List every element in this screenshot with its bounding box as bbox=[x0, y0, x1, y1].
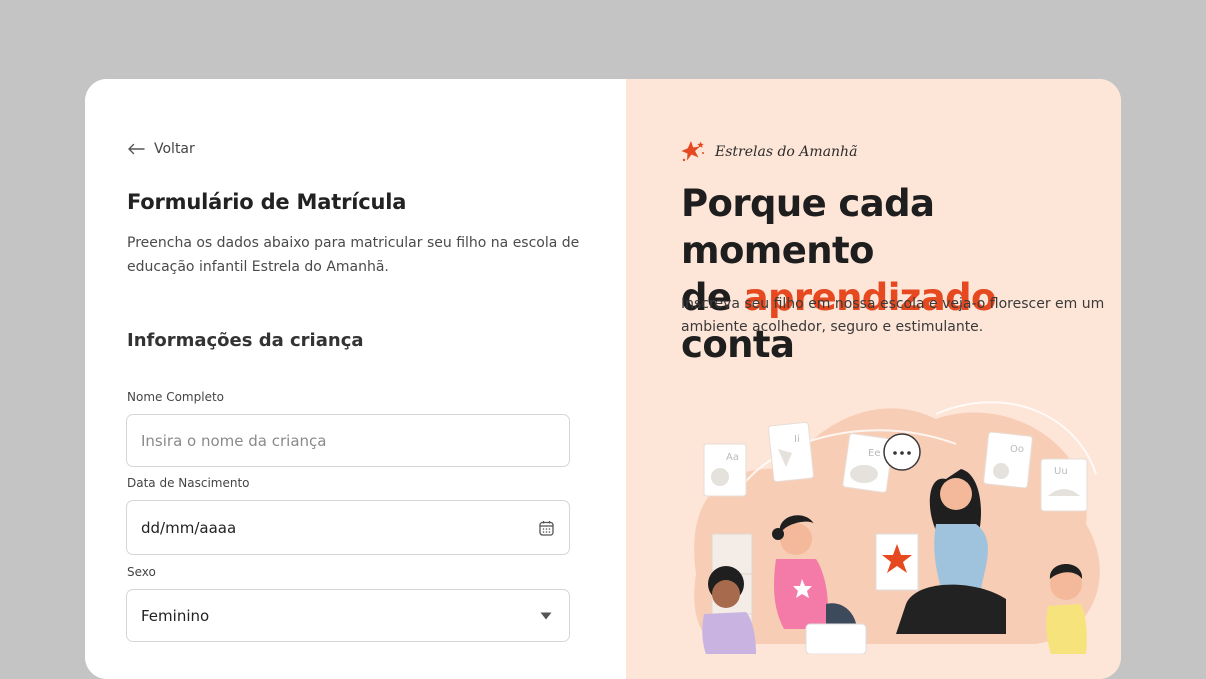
back-button[interactable]: Voltar bbox=[127, 141, 195, 157]
sex-selected-value: Feminino bbox=[141, 606, 210, 625]
letter-card-ee: Ee bbox=[842, 433, 894, 493]
svg-text:Uu: Uu bbox=[1054, 466, 1068, 477]
sex-label: Sexo bbox=[127, 565, 156, 579]
page-title: Formulário de Matrícula bbox=[127, 190, 407, 214]
svg-text:Ii: Ii bbox=[794, 434, 800, 445]
name-field[interactable] bbox=[126, 414, 570, 467]
hero-title: Porque cada momento de aprendizado conta bbox=[681, 180, 1121, 368]
name-input[interactable] bbox=[141, 431, 555, 450]
letter-card-oo: Oo bbox=[983, 431, 1033, 489]
page-description: Preencha os dados abaixo para matricular… bbox=[127, 235, 580, 275]
letter-card-ii: Ii bbox=[767, 421, 815, 483]
back-label: Voltar bbox=[154, 141, 195, 157]
letter-card-uu: Uu bbox=[1040, 458, 1088, 512]
section-title-child-info: Informações da criança bbox=[127, 330, 364, 351]
classroom-illustration: Aa Ii Ee Oo Uu bbox=[694, 401, 1100, 654]
caret-down-icon bbox=[537, 607, 555, 625]
calendar-icon[interactable] bbox=[537, 519, 555, 537]
name-label: Nome Completo bbox=[127, 390, 224, 404]
star-burst-icon bbox=[681, 141, 704, 162]
arrow-left-icon bbox=[128, 143, 145, 155]
birthdate-field[interactable]: dd/mm/aaaa bbox=[126, 500, 570, 555]
hero-subtitle: Inscreva seu filho em nossa escola e vej… bbox=[681, 296, 1105, 335]
hero-panel: Estrelas do Amanhã Porque cada momento d… bbox=[626, 79, 1121, 679]
svg-text:Aa: Aa bbox=[726, 452, 739, 463]
birthdate-value: dd/mm/aaaa bbox=[141, 518, 237, 537]
brand-name: Estrelas do Amanhã bbox=[715, 144, 858, 160]
sex-select[interactable]: Feminino bbox=[126, 589, 570, 642]
enrollment-card: Voltar Formulário de Matrícula Preencha … bbox=[85, 79, 1121, 679]
letter-card-aa: Aa bbox=[703, 443, 747, 497]
svg-text:Ee: Ee bbox=[868, 448, 880, 459]
birthdate-label: Data de Nascimento bbox=[127, 476, 250, 490]
speech-bubble bbox=[883, 433, 921, 471]
brand: Estrelas do Amanhã bbox=[681, 140, 857, 164]
hero-title-line1: Porque cada momento bbox=[681, 182, 935, 272]
form-panel: Voltar Formulário de Matrícula Preencha … bbox=[85, 79, 626, 679]
svg-text:Oo: Oo bbox=[1010, 444, 1024, 455]
